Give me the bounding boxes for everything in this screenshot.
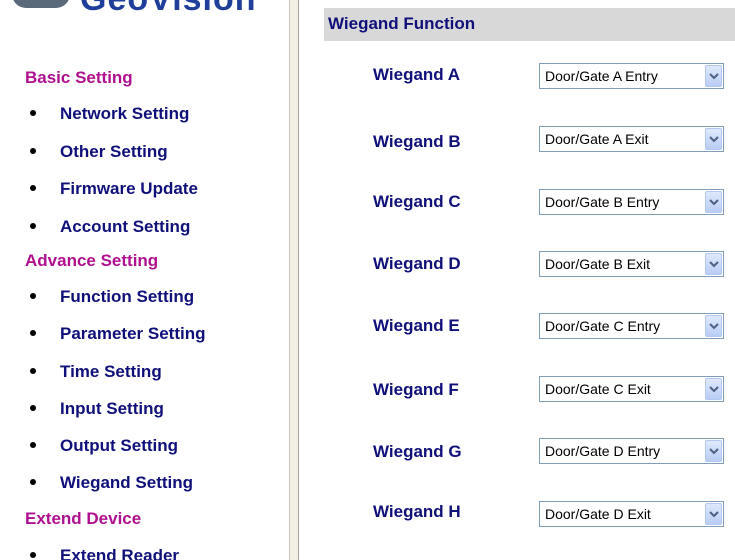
chevron-down-icon <box>709 136 719 143</box>
sidebar-item-account-setting[interactable]: Account Setting <box>30 217 190 241</box>
main-content: Wiegand Function Wiegand A Door/Gate A E… <box>299 0 735 560</box>
wiegand-f-label: Wiegand F <box>373 380 459 399</box>
sidebar-item-label[interactable]: Function Setting <box>60 287 194 306</box>
sidebar-item-wiegand-setting[interactable]: Wiegand Setting <box>30 473 193 497</box>
wiegand-c-label: Wiegand C <box>373 192 461 211</box>
dropdown-button[interactable] <box>705 191 722 213</box>
logo: GeoVision <box>0 0 289 30</box>
wiegand-d-select[interactable]: Door/Gate B Exit <box>539 251 724 277</box>
wiegand-b-select[interactable]: Door/Gate A Exit <box>539 126 724 152</box>
wiegand-h-select[interactable]: Door/Gate D Exit <box>539 501 724 527</box>
select-value: Door/Gate A Entry <box>545 68 658 84</box>
sidebar-item-label[interactable]: Extend Reader <box>60 546 179 560</box>
wiegand-e-label: Wiegand E <box>373 316 460 335</box>
select-value: Door/Gate B Entry <box>545 194 660 210</box>
chevron-down-icon <box>709 448 719 455</box>
chevron-down-icon <box>709 73 719 80</box>
dropdown-button[interactable] <box>705 315 722 337</box>
wiegand-a-select[interactable]: Door/Gate A Entry <box>539 63 724 89</box>
page-frame: GeoVision Basic Setting Network Setting … <box>0 0 735 560</box>
sidebar-item-network-setting[interactable]: Network Setting <box>30 104 189 128</box>
select-value: Door/Gate D Exit <box>545 506 651 522</box>
bullet-icon <box>30 479 36 485</box>
bullet-icon <box>30 552 36 558</box>
sidebar-item-firmware-update[interactable]: Firmware Update <box>30 179 198 203</box>
chevron-down-icon <box>709 261 719 268</box>
bullet-icon <box>30 368 36 374</box>
bullet-icon <box>30 185 36 191</box>
dropdown-button[interactable] <box>705 128 722 150</box>
dropdown-button[interactable] <box>705 253 722 275</box>
sidebar-item-parameter-setting[interactable]: Parameter Setting <box>30 324 206 348</box>
section-title-bar: Wiegand Function <box>324 8 735 41</box>
bullet-icon <box>30 148 36 154</box>
chevron-down-icon <box>709 386 719 393</box>
wiegand-g-select[interactable]: Door/Gate D Entry <box>539 438 724 464</box>
logo-text: GeoVision <box>80 0 257 19</box>
dropdown-button[interactable] <box>705 503 722 525</box>
sidebar-item-label[interactable]: Network Setting <box>60 104 189 123</box>
sidebar-item-label[interactable]: Other Setting <box>60 142 168 161</box>
sidebar-item-label[interactable]: Firmware Update <box>60 179 198 198</box>
bullet-icon <box>30 330 36 336</box>
sidebar-item-time-setting[interactable]: Time Setting <box>30 362 162 386</box>
chevron-down-icon <box>709 199 719 206</box>
dropdown-button[interactable] <box>705 378 722 400</box>
sidebar-item-label[interactable]: Input Setting <box>60 399 164 418</box>
logo-swoosh-icon <box>12 0 70 8</box>
sidebar-item-other-setting[interactable]: Other Setting <box>30 142 168 166</box>
select-value: Door/Gate C Exit <box>545 381 651 397</box>
section-heading-extend-device: Extend Device <box>25 509 142 528</box>
bullet-icon <box>30 405 36 411</box>
section-heading-basic-setting: Basic Setting <box>25 68 133 87</box>
wiegand-e-select[interactable]: Door/Gate C Entry <box>539 313 724 339</box>
wiegand-b-label: Wiegand B <box>373 132 461 151</box>
wiegand-g-label: Wiegand G <box>373 442 462 461</box>
bullet-icon <box>30 293 36 299</box>
sidebar-item-extend-reader[interactable]: Extend Reader <box>30 546 179 560</box>
bullet-icon <box>30 110 36 116</box>
dropdown-button[interactable] <box>705 65 722 87</box>
sidebar-item-label[interactable]: Parameter Setting <box>60 324 206 343</box>
select-value: Door/Gate B Exit <box>545 256 651 272</box>
wiegand-a-label: Wiegand A <box>373 65 461 84</box>
select-value: Door/Gate A Exit <box>545 131 649 147</box>
sidebar-item-input-setting[interactable]: Input Setting <box>30 399 164 423</box>
wiegand-c-select[interactable]: Door/Gate B Entry <box>539 189 724 215</box>
sidebar-item-label[interactable]: Time Setting <box>60 362 162 381</box>
sidebar-item-label[interactable]: Output Setting <box>60 436 178 455</box>
chevron-down-icon <box>709 323 719 330</box>
wiegand-h-label: Wiegand H <box>373 502 461 521</box>
bullet-icon <box>30 442 36 448</box>
dropdown-button[interactable] <box>705 440 722 462</box>
frame-divider[interactable] <box>289 0 299 560</box>
bullet-icon <box>30 223 36 229</box>
wiegand-d-label: Wiegand D <box>373 254 461 273</box>
sidebar: GeoVision Basic Setting Network Setting … <box>0 0 289 560</box>
wiegand-f-select[interactable]: Door/Gate C Exit <box>539 376 724 402</box>
select-value: Door/Gate D Entry <box>545 443 661 459</box>
chevron-down-icon <box>709 511 719 518</box>
section-heading-advance-setting: Advance Setting <box>25 251 159 270</box>
sidebar-item-label[interactable]: Account Setting <box>60 217 190 236</box>
section-title: Wiegand Function <box>328 14 476 33</box>
sidebar-item-output-setting[interactable]: Output Setting <box>30 436 178 460</box>
sidebar-item-label[interactable]: Wiegand Setting <box>60 473 193 492</box>
sidebar-item-function-setting[interactable]: Function Setting <box>30 287 194 311</box>
select-value: Door/Gate C Entry <box>545 318 661 334</box>
